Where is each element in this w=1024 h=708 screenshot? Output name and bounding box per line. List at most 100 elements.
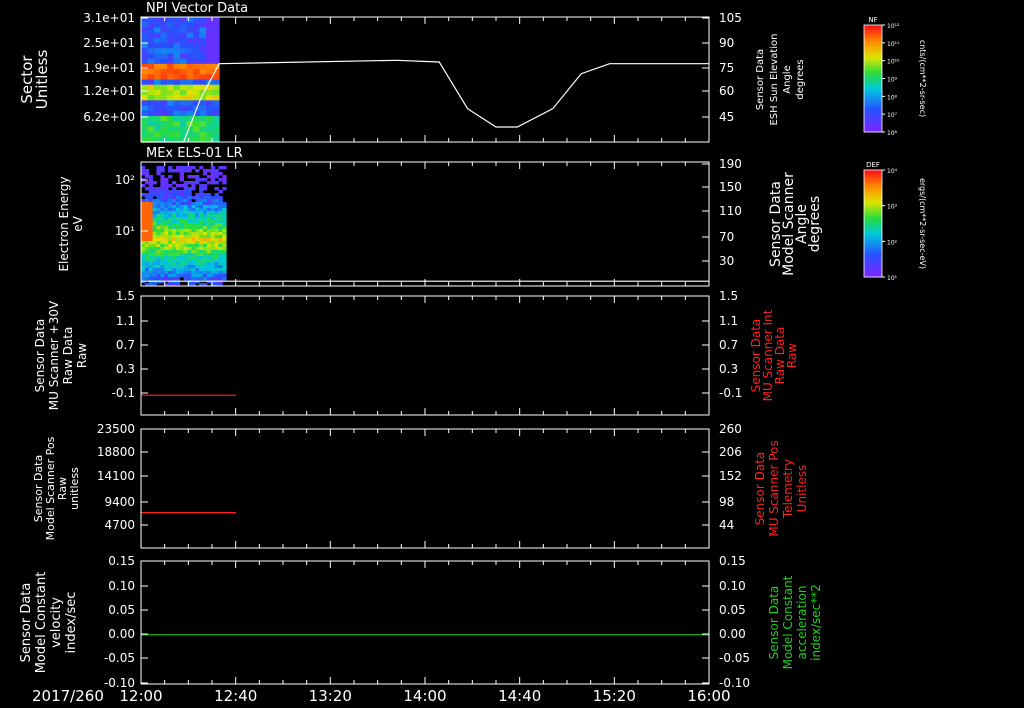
spectrogram-cell	[160, 48, 168, 54]
spectrogram-cell	[154, 69, 162, 75]
spectrogram-cell	[160, 226, 165, 230]
spectrogram-cell	[210, 196, 215, 200]
spectrogram-cell	[152, 220, 157, 224]
y-axis-label-left-line: index/sec	[64, 592, 79, 654]
spectrogram-cell	[173, 131, 181, 138]
spectrogram-cell	[218, 238, 223, 242]
spectrogram-cell	[210, 226, 215, 230]
spectrogram-cell	[222, 229, 227, 233]
y-tick-label-right: 75	[719, 61, 734, 75]
spectrogram-cell	[179, 217, 184, 221]
spectrogram-cell	[156, 229, 161, 233]
spectrogram-cell	[152, 277, 157, 281]
spectrogram-cell	[186, 105, 194, 112]
spectrogram-cell	[144, 238, 150, 242]
spectrogram-cell	[210, 205, 215, 209]
spectrogram-cell	[175, 196, 181, 200]
spectrogram-cell	[210, 274, 215, 278]
spectrogram-cell	[199, 131, 207, 138]
spectrogram-cell	[195, 277, 200, 281]
spectrogram-cell	[152, 226, 157, 230]
spectrogram-cell	[171, 274, 177, 278]
spectrogram-cell	[175, 262, 181, 266]
spectrogram-cell	[183, 205, 188, 209]
spectrogram-cell	[168, 223, 173, 227]
spectrogram-cell	[180, 58, 188, 65]
y-tick-label-right: 260	[719, 422, 742, 436]
spectrogram-cell	[164, 205, 169, 209]
spectrogram-cell	[195, 235, 200, 239]
spectrogram-cell	[179, 265, 184, 269]
spectrogram-cell	[175, 265, 181, 269]
spectrogram-cell	[148, 202, 154, 206]
spectrogram-cell	[168, 250, 173, 254]
spectrogram-cell	[183, 223, 188, 227]
spectrogram-cell	[154, 17, 162, 23]
spectrogram-cell	[206, 110, 214, 117]
spectrogram-cell	[210, 241, 215, 245]
spectrogram-cell	[199, 22, 207, 28]
spectrogram-cell	[187, 166, 192, 170]
spectrogram-cell	[148, 199, 154, 203]
spectrogram-cell	[164, 181, 169, 185]
spectrogram-cell	[186, 110, 194, 117]
spectrogram-cell	[187, 262, 192, 266]
spectrogram-cell	[147, 105, 155, 112]
spectrogram-cell	[186, 95, 194, 101]
spectrogram-cell	[191, 223, 196, 227]
spectrogram-cell	[160, 74, 168, 80]
spectrogram-cell	[164, 211, 169, 215]
spectrogram-cell	[156, 235, 161, 239]
spectrogram-cell	[141, 58, 149, 65]
spectrogram-cell	[214, 253, 219, 257]
spectrogram-cell	[210, 211, 215, 215]
spectrogram-cell	[191, 241, 196, 245]
spectrogram-cell	[183, 277, 188, 281]
y-axis-label-left-line: MU Scanner +30V	[47, 300, 61, 410]
spectrogram-cell	[148, 226, 154, 230]
spectrogram-cell	[183, 265, 188, 269]
spectrogram-cell	[202, 169, 208, 173]
y-tick-label-right: 150	[719, 180, 742, 194]
y-tick-label-right: -0.1	[719, 386, 742, 400]
spectrogram-cell	[202, 262, 208, 266]
spectrogram-cell	[160, 274, 165, 278]
spectrogram-cell	[175, 256, 181, 260]
y-tick-label-right: 0.10	[719, 579, 746, 593]
spectrogram-cell	[206, 250, 212, 254]
spectrogram-cell	[175, 223, 181, 227]
y-axis-label-right-line: Telemetry	[781, 459, 795, 519]
spectrogram-cell	[167, 48, 175, 54]
spectrogram-cell	[168, 193, 173, 197]
spectrogram-cell	[195, 265, 200, 269]
spectrogram-cell	[173, 69, 181, 75]
spectrogram-cell	[160, 253, 165, 257]
colorbar-nf: NF 10¹² 10¹¹ 10¹⁰ 10⁹ 10⁸ 10⁷ 10⁶ cnts/(cm**2-sr…	[863, 16, 927, 137]
spectrogram-cell	[222, 259, 227, 263]
spectrogram-cell	[156, 214, 161, 218]
spectrogram-cell	[173, 32, 181, 39]
spectrogram-cell	[160, 208, 165, 212]
spectrogram-cell	[187, 217, 192, 221]
spectrogram-cell	[148, 250, 154, 254]
spectrogram-cell	[206, 89, 214, 96]
spectrogram-cell	[193, 37, 201, 44]
spectrogram-cell	[193, 17, 201, 23]
spectrogram-cell	[173, 110, 181, 117]
spectrogram-cell	[187, 232, 192, 236]
spectrogram-cell	[193, 89, 201, 96]
spectrogram-cell	[212, 22, 220, 28]
spectrogram-cell	[202, 193, 208, 197]
spectrogram-cell	[164, 253, 169, 257]
spectrogram-cell	[180, 37, 188, 44]
spectrogram-cell	[160, 223, 165, 227]
spectrogram-cell	[160, 184, 165, 188]
spectrogram-cell	[222, 268, 227, 272]
spectrogram-cell	[171, 268, 177, 272]
spectrogram-cell	[141, 271, 146, 275]
spectrogram-cell	[212, 48, 220, 54]
y-tick-label-left: 14100	[97, 469, 135, 483]
spectrogram-cell	[180, 22, 188, 28]
spectrogram-cell	[168, 196, 173, 200]
spectrogram-cell	[222, 241, 227, 245]
